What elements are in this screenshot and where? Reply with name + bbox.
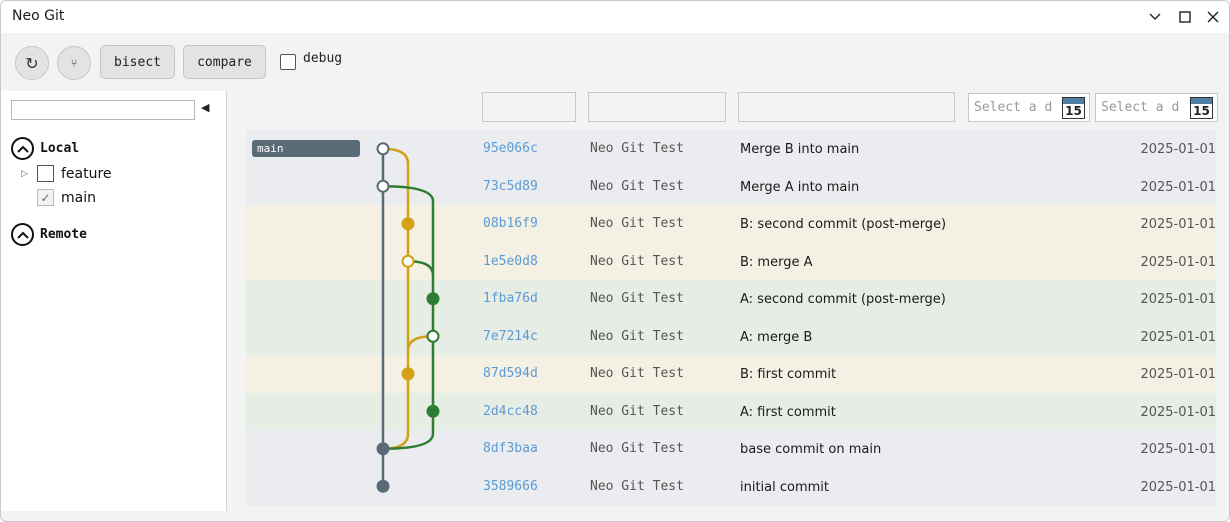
commit-date: 2025-01-01 (1140, 292, 1216, 307)
commit-date: 2025-01-01 (1140, 367, 1216, 382)
title-bar: Neo Git (1, 1, 1229, 33)
close-icon (1207, 11, 1219, 23)
close-button[interactable] (1201, 7, 1225, 27)
commit-date: 2025-01-01 (1140, 329, 1216, 345)
commit-author: Neo Git Test (590, 328, 684, 344)
table-row[interactable]: 1fba76d Neo Git Test A: second commit (pos… (246, 280, 1216, 318)
minimize-button[interactable] (1143, 7, 1167, 27)
chevron-up-icon (11, 223, 34, 246)
commit-hash[interactable]: 73c5d89 (483, 179, 538, 194)
commit-author: Neo Git Test (590, 216, 684, 231)
commit-date: 2025-01-01 (1140, 479, 1216, 495)
table-row[interactable]: 2d4cc48 Neo Git Test A: first commit 2025-0… (246, 392, 1216, 431)
commit-author: Neo Git Test (590, 141, 684, 156)
toolbar: ↻ ⑂ bisect compare debug (1, 33, 1229, 91)
commit-message: A: merge B (740, 329, 813, 345)
author-filter-input[interactable] (588, 92, 726, 122)
table-row[interactable]: 73c5d89 Neo Git Test Merge A into main 2025… (246, 167, 1216, 206)
bisect-button[interactable]: bisect (100, 45, 175, 79)
commit-date: 2025-01-01 (1140, 404, 1216, 420)
commit-message: initial commit (740, 479, 830, 495)
date-from-picker[interactable]: Select a d 15 (968, 93, 1090, 122)
table-row[interactable]: 1e5e0d8 Neo Git Test B: merge A 2025-01-01 (246, 242, 1216, 281)
maximize-button[interactable] (1173, 7, 1197, 27)
table-row[interactable]: 7e7214c Neo Git Test A: merge B 2025-01-01 (246, 317, 1216, 356)
refresh-button[interactable]: ↻ (15, 46, 49, 80)
commit-hash[interactable]: 7e7214c (483, 329, 538, 344)
date-to-picker[interactable]: Select a d 15 (1095, 93, 1218, 122)
commit-hash[interactable]: 2d4cc48 (483, 404, 538, 419)
section-remote-label: Remote (40, 227, 87, 242)
commit-author: Neo Git Test (590, 441, 684, 456)
commit-date: 2025-01-01 (1140, 142, 1216, 157)
sidebar-item-feature[interactable]: ▷ feature (21, 165, 112, 182)
branch-tag[interactable]: main (252, 140, 360, 157)
app-window: Neo Git ↻ ⑂ bisect compare debug ◀ Local (0, 0, 1230, 522)
commit-author: Neo Git Test (590, 366, 684, 381)
commit-message: B: first commit (740, 367, 837, 382)
commit-date: 2025-01-01 (1140, 217, 1216, 232)
branch-label: main (61, 189, 96, 206)
commit-author: Neo Git Test (590, 253, 684, 269)
branch-icon: ⑂ (70, 56, 78, 70)
commit-hash[interactable]: 08b16f9 (483, 216, 538, 231)
commit-message: base commit on main (740, 442, 882, 457)
commit-author: Neo Git Test (590, 478, 684, 494)
commit-message: B: second commit (post-merge) (740, 217, 947, 232)
table-row[interactable]: 8df3baa Neo Git Test base commit on main 20… (246, 430, 1216, 468)
commit-author: Neo Git Test (590, 403, 684, 419)
commit-message: B: merge A (740, 254, 813, 270)
branch-search-input[interactable] (11, 100, 195, 120)
commit-hash[interactable]: 87d594d (483, 366, 538, 381)
commit-date: 2025-01-01 (1140, 442, 1216, 457)
branch-checkbox[interactable]: ✓ (37, 189, 54, 206)
message-filter-input[interactable] (738, 92, 955, 122)
expand-triangle-icon[interactable]: ▷ (21, 169, 31, 179)
commit-hash[interactable]: 1e5e0d8 (483, 254, 538, 269)
calendar-icon[interactable]: 15 (1190, 97, 1213, 119)
commit-message: Merge A into main (740, 179, 860, 195)
sidebar-item-main[interactable]: ✓ main (21, 189, 96, 206)
chevron-down-icon (1149, 13, 1161, 20)
section-local[interactable]: Local (11, 137, 79, 160)
branch-button[interactable]: ⑂ (57, 46, 91, 80)
maximize-icon (1179, 11, 1191, 23)
commit-message: Merge B into main (740, 142, 860, 157)
debug-checkbox[interactable] (280, 54, 296, 70)
window-title: Neo Git (12, 8, 65, 24)
table-row[interactable]: 08b16f9 Neo Git Test B: second commit (pos… (246, 205, 1216, 243)
table-row[interactable]: main 95e066c Neo Git Test Merge B into main… (246, 130, 1216, 168)
chevron-up-icon (11, 137, 34, 160)
commit-hash[interactable]: 95e066c (483, 141, 538, 156)
commit-author: Neo Git Test (590, 178, 684, 194)
section-local-label: Local (40, 141, 80, 156)
commit-hash[interactable]: 1fba76d (483, 291, 538, 306)
table-row[interactable]: 3589666 Neo Git Test initial commit 2025-01… (246, 467, 1216, 506)
commit-message: A: first commit (740, 404, 836, 420)
date-from-placeholder: Select a d (974, 100, 1053, 115)
commit-date: 2025-01-01 (1140, 179, 1216, 195)
table-row[interactable]: 87d594d Neo Git Test B: first commit 2025-0… (246, 355, 1216, 393)
sidebar: ◀ Local ▷ feature ✓ main Remote (1, 91, 227, 511)
commit-list: main 95e066c Neo Git Test Merge B into main… (246, 130, 1216, 506)
commit-panel: Select a d 15 Select a d 15 main 95e066c N… (228, 91, 1229, 511)
calendar-icon[interactable]: 15 (1062, 97, 1085, 119)
commit-author: Neo Git Test (590, 291, 684, 306)
branch-label: feature (61, 165, 112, 182)
date-to-placeholder: Select a d (1101, 100, 1180, 115)
collapse-sidebar-icon[interactable]: ◀ (201, 101, 209, 114)
debug-label: debug (303, 51, 343, 66)
commit-hash[interactable]: 3589666 (483, 479, 538, 494)
branch-checkbox[interactable] (37, 165, 54, 182)
commit-hash[interactable]: 8df3baa (483, 441, 538, 456)
refresh-icon: ↻ (25, 53, 39, 73)
compare-button[interactable]: compare (183, 45, 266, 79)
hash-filter-input[interactable] (482, 92, 576, 122)
commit-date: 2025-01-01 (1140, 254, 1216, 270)
commit-message: A: second commit (post-merge) (740, 292, 946, 307)
section-remote[interactable]: Remote (11, 223, 87, 246)
